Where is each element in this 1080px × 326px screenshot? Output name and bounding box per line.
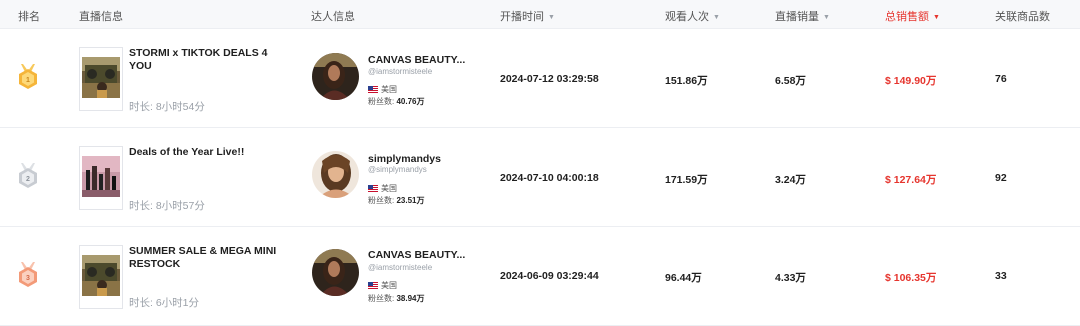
live-thumbnail[interactable] <box>79 146 123 210</box>
live-title[interactable]: SUMMER SALE & MEGA MINI RESTOCK <box>129 245 279 271</box>
svg-text:2: 2 <box>26 176 30 183</box>
header-linked-products: 关联商品数 <box>995 11 1050 23</box>
sort-caret-icon: ▼ <box>548 14 555 21</box>
country-label: 美国 <box>381 85 397 94</box>
total-sales: $ 127.64万 <box>885 174 937 186</box>
creator-name[interactable]: CANVAS BEAUTY... <box>368 54 465 66</box>
sort-caret-icon: ▼ <box>823 14 830 21</box>
sort-live-sales[interactable]: 直播销量 ▼ <box>775 8 830 24</box>
creator-country: 美国 <box>368 183 397 194</box>
header-start-time-label: 开播时间 <box>500 11 544 23</box>
creator-name[interactable]: CANVAS BEAUTY... <box>368 249 465 261</box>
creator-handle: @iamstormisteele <box>368 263 433 272</box>
us-flag-icon <box>368 86 378 93</box>
live-title[interactable]: STORMI x TIKTOK DEALS 4 YOU <box>129 47 279 73</box>
us-flag-icon <box>368 282 378 289</box>
sort-total-sales[interactable]: 总销售额 ▼ <box>885 8 940 24</box>
creator-country: 美国 <box>368 280 397 291</box>
live-sales: 4.33万 <box>775 272 806 284</box>
table-row[interactable]: 1 STORMI x TIKTOK DEALS 4 YOU 时长: 8小时54分… <box>0 29 1080 128</box>
svg-text:3: 3 <box>26 275 30 282</box>
live-duration: 时长: 8小时54分 <box>129 101 205 113</box>
live-duration: 时长: 6小时1分 <box>129 297 200 309</box>
creator-name[interactable]: simplymandys <box>368 153 441 165</box>
header-creator-info: 达人信息 <box>311 11 355 23</box>
us-flag-icon <box>368 185 378 192</box>
country-label: 美国 <box>381 281 397 290</box>
linked-products: 92 <box>995 172 1007 184</box>
fans-label: 粉丝数: <box>368 97 395 106</box>
fans-count: 23.51万 <box>396 196 425 205</box>
avatar[interactable] <box>312 151 359 198</box>
creator-handle: @simplymandys <box>368 165 427 174</box>
creator-country: 美国 <box>368 84 397 95</box>
country-label: 美国 <box>381 184 397 193</box>
header-views-label: 观看人次 <box>665 11 709 23</box>
linked-products: 33 <box>995 270 1007 282</box>
fans-label: 粉丝数: <box>368 294 395 303</box>
creator-fans: 粉丝数: 38.94万 <box>368 293 425 304</box>
live-thumbnail[interactable] <box>79 245 123 309</box>
live-cover-image <box>82 255 120 296</box>
live-sales: 3.24万 <box>775 174 806 186</box>
avatar[interactable] <box>312 249 359 296</box>
creator-fans: 粉丝数: 40.76万 <box>368 96 425 107</box>
bronze-medal-icon: 3 <box>19 262 37 287</box>
live-sales: 6.58万 <box>775 75 806 87</box>
avatar[interactable] <box>312 53 359 100</box>
views: 151.86万 <box>665 75 708 87</box>
table-row[interactable]: 2 Deals of the Year Live!! 时长: 8小时57分 si… <box>0 128 1080 227</box>
creator-fans: 粉丝数: 23.51万 <box>368 195 425 206</box>
silver-medal-icon: 2 <box>19 163 37 188</box>
sort-start-time[interactable]: 开播时间 ▼ <box>500 8 555 24</box>
start-time: 2024-07-10 04:00:18 <box>500 172 599 184</box>
fans-count: 38.94万 <box>396 294 425 303</box>
header-rank: 排名 <box>18 11 40 23</box>
sort-caret-icon: ▼ <box>713 14 720 21</box>
live-duration: 时长: 8小时57分 <box>129 200 205 212</box>
live-title[interactable]: Deals of the Year Live!! <box>129 146 279 159</box>
total-sales: $ 149.90万 <box>885 75 937 87</box>
header-live-info: 直播信息 <box>79 11 123 23</box>
gold-medal-icon: 1 <box>19 64 37 89</box>
fans-label: 粉丝数: <box>368 196 395 205</box>
start-time: 2024-07-12 03:29:58 <box>500 73 599 85</box>
views: 96.44万 <box>665 272 702 284</box>
start-time: 2024-06-09 03:29:44 <box>500 270 599 282</box>
table-header: 排名 直播信息 达人信息 开播时间 ▼ 观看人次 ▼ 直播销量 ▼ 总销售额 ▼ 关联商… <box>0 0 1080 29</box>
live-cover-image <box>82 57 120 98</box>
header-total-sales-label: 总销售额 <box>885 11 929 23</box>
live-cover-image <box>82 156 120 197</box>
sort-caret-icon: ▼ <box>933 14 940 21</box>
creator-handle: @iamstormisteele <box>368 67 433 76</box>
svg-text:1: 1 <box>26 77 30 84</box>
table-row[interactable]: 3 SUMMER SALE & MEGA MINI RESTOCK 时长: 6小… <box>0 227 1080 326</box>
live-thumbnail[interactable] <box>79 47 123 111</box>
sort-views[interactable]: 观看人次 ▼ <box>665 8 720 24</box>
total-sales: $ 106.35万 <box>885 272 937 284</box>
fans-count: 40.76万 <box>396 97 425 106</box>
header-live-sales-label: 直播销量 <box>775 11 819 23</box>
views: 171.59万 <box>665 174 708 186</box>
linked-products: 76 <box>995 73 1007 85</box>
